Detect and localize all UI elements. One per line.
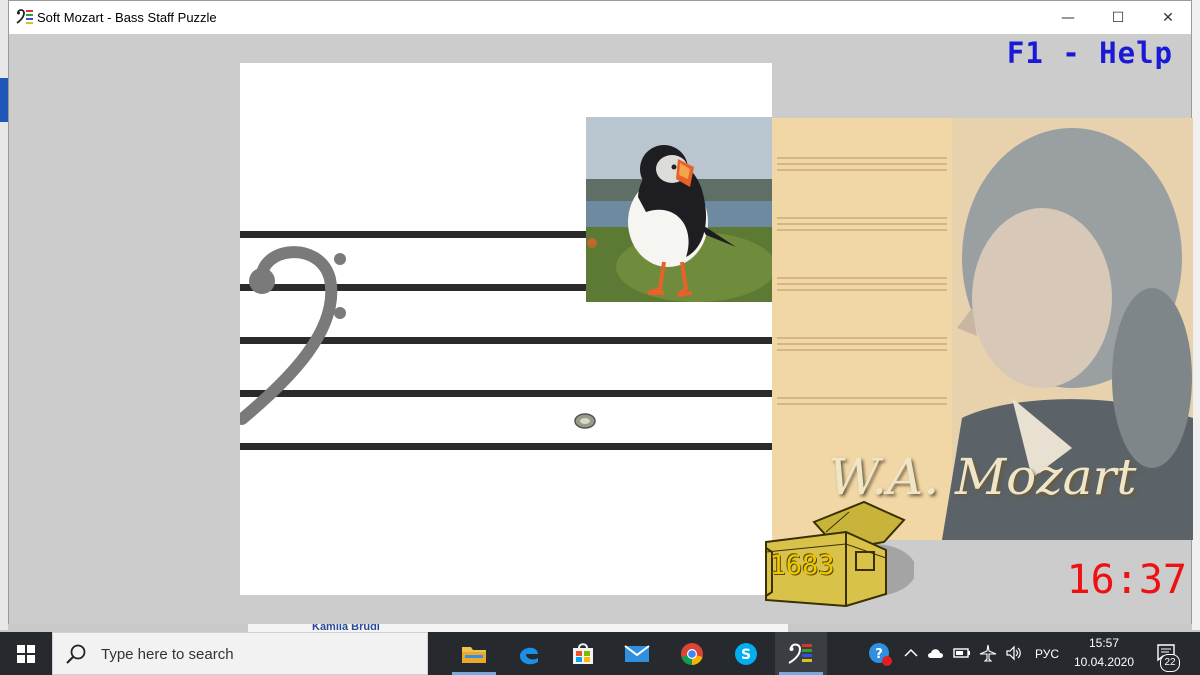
skype-icon: S bbox=[735, 642, 757, 665]
title-bar[interactable]: Soft Mozart - Bass Staff Puzzle — ☐ ✕ bbox=[9, 1, 1191, 34]
taskbar-app-mail[interactable] bbox=[611, 632, 663, 675]
app-window: Soft Mozart - Bass Staff Puzzle — ☐ ✕ F1… bbox=[8, 0, 1193, 624]
taskbar-app-skype[interactable]: S bbox=[720, 632, 772, 675]
minimize-button[interactable]: — bbox=[1045, 1, 1091, 34]
taskbar-app-edge[interactable] bbox=[503, 632, 555, 675]
cloud-icon[interactable] bbox=[927, 644, 945, 662]
notification-count-badge: 22 bbox=[1160, 654, 1180, 672]
desktop-background-right bbox=[1192, 0, 1200, 630]
window-title: Soft Mozart - Bass Staff Puzzle bbox=[37, 10, 217, 25]
file-explorer-icon bbox=[462, 646, 486, 663]
taskbar: Type here to search S ? РУС 15:57 10.04.… bbox=[0, 632, 1200, 675]
game-clock: 16:37 bbox=[1066, 557, 1187, 603]
chrome-icon bbox=[681, 642, 703, 665]
taskbar-date[interactable]: 10.04.2020 bbox=[1068, 655, 1140, 669]
store-icon bbox=[573, 642, 593, 664]
mail-icon bbox=[624, 644, 650, 662]
background-window-text: Kamila Brudi bbox=[312, 624, 380, 632]
search-placeholder: Type here to search bbox=[101, 646, 234, 663]
volume-icon[interactable] bbox=[1005, 644, 1023, 662]
search-icon bbox=[66, 644, 86, 664]
battery-icon[interactable] bbox=[953, 644, 971, 662]
edge-icon bbox=[520, 647, 538, 664]
taskbar-app-store[interactable] bbox=[557, 632, 609, 675]
taskbar-app-chrome[interactable] bbox=[666, 632, 718, 675]
puffin-picture[interactable] bbox=[586, 117, 772, 302]
maximize-button[interactable]: ☐ bbox=[1095, 1, 1141, 34]
mozart-portrait: W.A. Mozart bbox=[772, 118, 1193, 540]
soft-mozart-icon bbox=[788, 643, 812, 664]
score-counter: 1683 bbox=[769, 550, 835, 581]
taskbar-app-soft-mozart[interactable] bbox=[775, 632, 827, 675]
note-target-icon[interactable] bbox=[573, 412, 597, 430]
chevron-up-icon[interactable] bbox=[902, 644, 920, 662]
start-button[interactable] bbox=[0, 632, 52, 675]
taskbar-app-file-explorer[interactable] bbox=[448, 632, 500, 675]
taskbar-time[interactable]: 15:57 bbox=[1075, 636, 1133, 650]
svg-text:?: ? bbox=[875, 647, 883, 662]
bass-clef-icon bbox=[240, 246, 346, 425]
puffin-image bbox=[586, 117, 772, 302]
staff-line bbox=[240, 443, 772, 450]
windows-logo-icon bbox=[17, 644, 35, 663]
soft-mozart-app-icon bbox=[16, 9, 33, 24]
game-area: F1 - Help W.A. Mozart 1683 16:37 bbox=[9, 34, 1193, 624]
close-button[interactable]: ✕ bbox=[1145, 1, 1191, 34]
taskbar-search[interactable]: Type here to search bbox=[52, 632, 428, 675]
help-hint: F1 - Help bbox=[1006, 36, 1173, 70]
help-tray-icon[interactable]: ? bbox=[868, 642, 892, 666]
desktop-background-window: Kamila Brudi bbox=[248, 624, 788, 632]
airplane-mode-icon[interactable] bbox=[979, 644, 997, 662]
desktop-background-accent bbox=[0, 78, 8, 122]
svg-text:S: S bbox=[741, 647, 751, 663]
input-language-indicator[interactable]: РУС bbox=[1035, 647, 1059, 661]
